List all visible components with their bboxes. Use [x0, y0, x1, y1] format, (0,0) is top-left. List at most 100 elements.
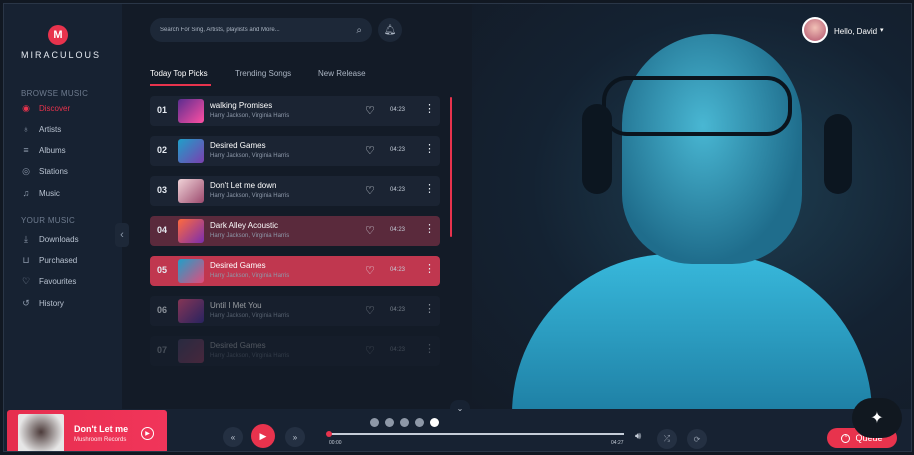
- track-title: Desired Games: [210, 141, 266, 150]
- album-art: [178, 99, 204, 123]
- headphone-right-shape: [824, 114, 852, 194]
- your-music-title: YOUR MUSIC: [21, 216, 76, 225]
- track-title: Dark Alley Acoustic: [210, 221, 279, 230]
- heart-icon[interactable]: ♡: [365, 184, 375, 197]
- tab-new-release[interactable]: New Release: [318, 69, 366, 78]
- slide-dot[interactable]: [430, 418, 439, 427]
- now-playing-label: Mushroom Records: [74, 437, 127, 443]
- sidebar-item-history[interactable]: ↺ History: [21, 296, 64, 310]
- now-playing-play-button[interactable]: ▶: [141, 427, 154, 440]
- user-greeting[interactable]: Hello, David: [834, 27, 877, 36]
- search-bar[interactable]: ⌕: [150, 18, 372, 42]
- track-row[interactable]: 03 Don't Let me down Harry Jackson, Virg…: [150, 176, 440, 206]
- album-art: [178, 139, 204, 163]
- volume-icon[interactable]: 🔊︎: [635, 431, 641, 442]
- more-options-icon[interactable]: ⋮: [424, 222, 435, 235]
- repeat-icon: ⟳: [693, 434, 701, 444]
- more-options-icon[interactable]: ⋮: [424, 102, 435, 115]
- repeat-button[interactable]: ⟳: [687, 429, 707, 449]
- more-options-icon[interactable]: ⋮: [424, 302, 435, 315]
- track-duration: 04:23: [390, 107, 406, 113]
- track-duration: 04:23: [390, 227, 406, 233]
- track-list-scrollbar[interactable]: [450, 97, 452, 237]
- hero-head-shape: [622, 34, 802, 264]
- progress-knob[interactable]: [326, 431, 332, 437]
- heart-icon[interactable]: ♡: [365, 344, 375, 357]
- track-row[interactable]: 07 Desired Games Harry Jackson, Virginia…: [150, 336, 440, 366]
- sidebar-item-purchased[interactable]: ⊔ Purchased: [21, 253, 77, 267]
- track-artist: Harry Jackson, Virginia Harris: [210, 113, 290, 119]
- sidebar-item-downloads[interactable]: ⤓ Downloads: [21, 232, 79, 246]
- forward-icon: »: [292, 432, 298, 442]
- more-options-icon[interactable]: ⋮: [424, 182, 435, 195]
- search-icon[interactable]: ⌕: [356, 25, 362, 36]
- track-row[interactable]: 01 walking Promises Harry Jackson, Virgi…: [150, 96, 440, 126]
- rewind-button[interactable]: «: [223, 427, 243, 447]
- sidebar: M MIRACULOUS BROWSE MUSIC ◉ Discover ♁ A…: [4, 4, 122, 409]
- track-artist: Harry Jackson, Virginia Harris: [210, 233, 290, 239]
- sidebar-item-label: Downloads: [39, 234, 79, 244]
- play-button[interactable]: ▶: [251, 424, 275, 448]
- sidebar-item-favourites[interactable]: ♡ Favourites: [21, 274, 76, 288]
- more-options-icon[interactable]: ⋮: [424, 262, 435, 275]
- album-art: [178, 259, 204, 283]
- tab-today-top-picks[interactable]: Today Top Picks: [150, 69, 208, 78]
- heart-icon[interactable]: ♡: [365, 224, 375, 237]
- track-title: Until I Met You: [210, 301, 262, 310]
- sidebar-item-music[interactable]: ♫ Music: [21, 186, 60, 200]
- tab-trending-songs[interactable]: Trending Songs: [235, 69, 291, 78]
- heart-icon[interactable]: ♡: [365, 104, 375, 117]
- slide-dot[interactable]: [400, 418, 409, 427]
- search-input[interactable]: [160, 27, 357, 33]
- sidebar-item-stations[interactable]: ◎ Stations: [21, 164, 68, 178]
- expand-button[interactable]: ⌄: [450, 400, 470, 416]
- notification-button[interactable]: 🔔︎: [378, 18, 402, 42]
- now-playing-title: Don't Let me: [74, 424, 129, 434]
- track-row[interactable]: 02 Desired Games Harry Jackson, Virginia…: [150, 136, 440, 166]
- track-row[interactable]: 04 Dark Alley Acoustic Harry Jackson, Vi…: [150, 216, 440, 246]
- track-number: 01: [157, 105, 168, 115]
- track-duration: 04:23: [390, 347, 406, 353]
- play-icon: ▶: [259, 430, 267, 441]
- slide-dot[interactable]: [370, 418, 379, 427]
- sidebar-item-albums[interactable]: ≡ Albums: [21, 143, 66, 157]
- sidebar-item-artists[interactable]: ♁ Artists: [21, 122, 62, 136]
- slide-dot[interactable]: [385, 418, 394, 427]
- cart-icon: ⊔: [22, 254, 30, 265]
- sidebar-item-label: Albums: [39, 145, 66, 155]
- more-options-icon[interactable]: ⋮: [424, 342, 435, 355]
- track-row[interactable]: 06 Until I Met You Harry Jackson, Virgin…: [150, 296, 440, 326]
- shuffle-icon: ⤮: [663, 434, 671, 443]
- sidebar-item-label: Artists: [39, 124, 62, 134]
- track-row[interactable]: 05 Desired Games Harry Jackson, Virginia…: [150, 256, 440, 286]
- track-number: 04: [157, 225, 168, 235]
- chevron-down-icon[interactable]: ▾: [880, 26, 884, 34]
- heart-icon[interactable]: ♡: [365, 264, 375, 277]
- heart-icon[interactable]: ♡: [365, 304, 375, 317]
- forward-button[interactable]: »: [285, 427, 305, 447]
- eye-icon: ◉: [22, 102, 30, 113]
- sidebar-item-label: Stations: [39, 166, 68, 176]
- avatar[interactable]: [802, 17, 828, 43]
- headphone-left-shape: [582, 104, 612, 194]
- track-title: Desired Games: [210, 341, 266, 350]
- slide-dot[interactable]: [415, 418, 424, 427]
- track-title: Don't Let me down: [210, 181, 277, 190]
- now-playing-card[interactable]: Don't Let me Mushroom Records ▶: [7, 410, 167, 451]
- chevron-down-icon: ⌄: [456, 403, 464, 413]
- hero-glasses-shape: [602, 76, 792, 136]
- sidebar-item-discover[interactable]: ◉ Discover: [21, 101, 70, 115]
- sidebar-collapse-button[interactable]: ‹: [115, 223, 129, 247]
- hero-shirt-shape: [512, 254, 872, 414]
- shuffle-button[interactable]: ⤮: [657, 429, 677, 449]
- magic-wand-icon[interactable]: ✦: [852, 398, 902, 438]
- heart-icon[interactable]: ♡: [365, 144, 375, 157]
- album-art: [178, 219, 204, 243]
- progress-bar[interactable]: [326, 431, 624, 437]
- track-number: 06: [157, 305, 168, 315]
- bell-icon: 🔔︎: [383, 24, 397, 36]
- more-options-icon[interactable]: ⋮: [424, 142, 435, 155]
- logo-badge: M: [48, 25, 68, 45]
- sidebar-item-label: Favourites: [39, 276, 77, 286]
- sidebar-item-label: History: [39, 298, 64, 308]
